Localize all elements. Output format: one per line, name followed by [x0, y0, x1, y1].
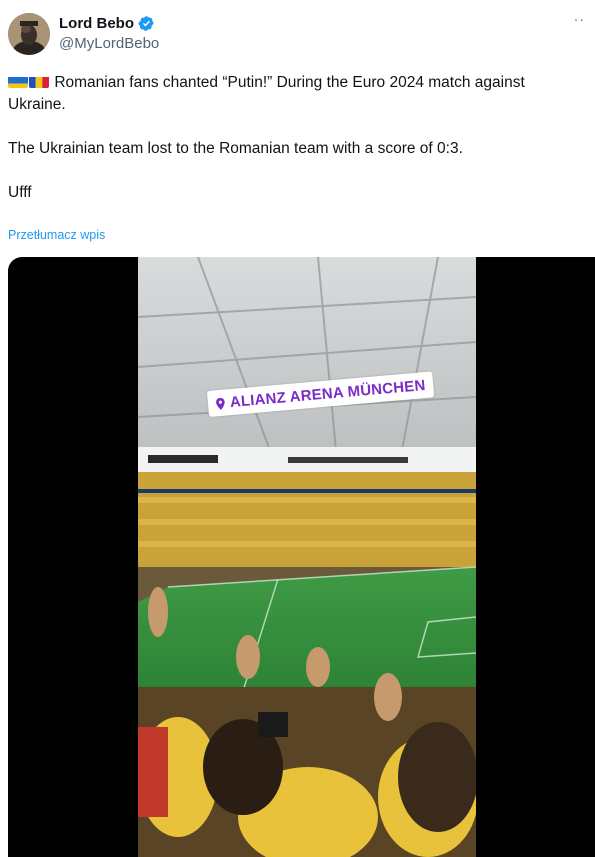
- avatar[interactable]: [8, 13, 50, 55]
- location-pin-icon: [216, 397, 225, 410]
- tweet-line-1-text: Romanian fans chanted “Putin!” During th…: [8, 74, 525, 113]
- author-block: Lord Bebo @MyLordBebo: [59, 13, 159, 53]
- tweet-line-2: The Ukrainian team lost to the Romanian …: [8, 140, 463, 157]
- video-frame: ALIANZ ARENA MÜNCHEN: [138, 257, 476, 857]
- ukraine-flag-icon: [8, 75, 28, 88]
- verified-badge-icon: [138, 15, 154, 31]
- tweet-line-1: Romanian fans chanted “Putin!” During th…: [8, 72, 578, 116]
- romania-flag-icon: [29, 75, 49, 88]
- video-media[interactable]: ALIANZ ARENA MÜNCHEN: [8, 257, 595, 857]
- more-icon[interactable]: ··: [574, 12, 585, 26]
- translate-link[interactable]: Przetłumacz wpis: [8, 228, 105, 242]
- avatar-image: [8, 13, 50, 55]
- author-handle[interactable]: @MyLordBebo: [59, 35, 159, 52]
- author-name[interactable]: Lord Bebo: [59, 15, 134, 32]
- stadium-scene: [138, 257, 476, 857]
- tweet-text: Romanian fans chanted “Putin!” During th…: [8, 72, 578, 204]
- tweet-line-3: Ufff: [8, 184, 32, 201]
